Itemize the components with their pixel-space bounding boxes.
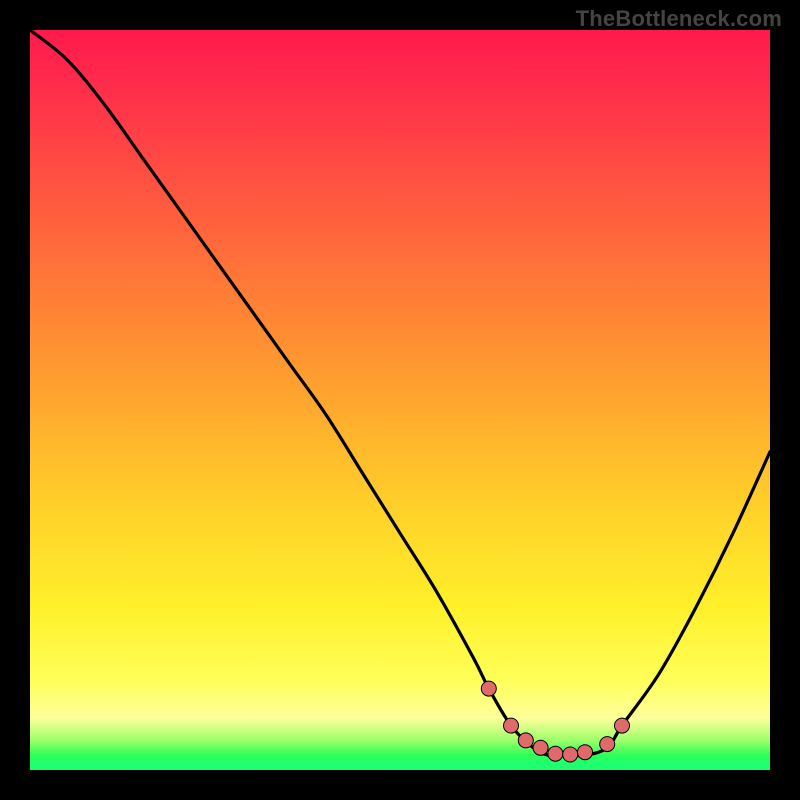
highlight-marker (481, 681, 496, 696)
marker-layer (481, 681, 629, 762)
bottleneck-curve (30, 30, 770, 756)
highlight-marker (615, 718, 630, 733)
highlight-marker (563, 747, 578, 762)
plot-area (30, 30, 770, 770)
chart-frame: TheBottleneck.com (0, 0, 800, 800)
highlight-marker (548, 746, 563, 761)
highlight-marker (600, 737, 615, 752)
highlight-marker (578, 745, 593, 760)
chart-svg (30, 30, 770, 770)
highlight-marker (504, 718, 519, 733)
watermark-text: TheBottleneck.com (576, 6, 782, 32)
curve-layer (30, 30, 770, 756)
highlight-marker (533, 740, 548, 755)
highlight-marker (518, 733, 533, 748)
